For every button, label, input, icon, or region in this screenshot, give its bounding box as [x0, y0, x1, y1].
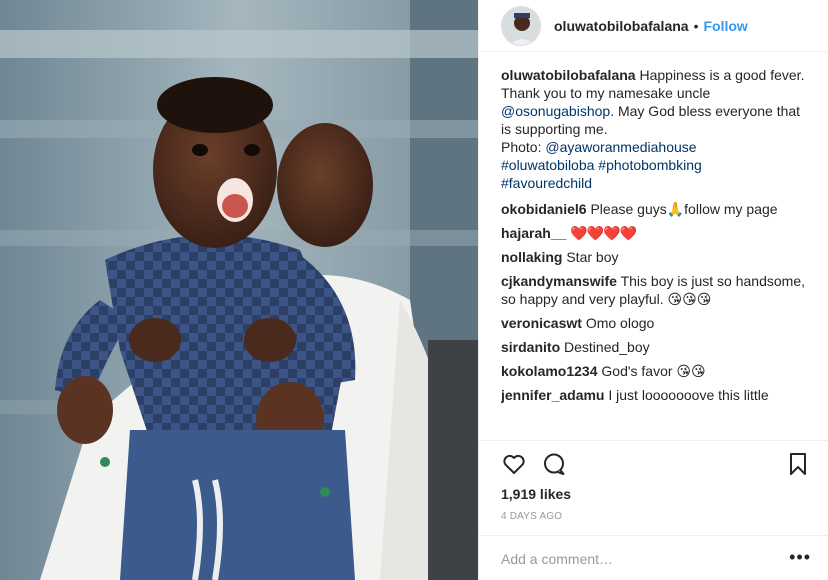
comment-item: okobidaniel6 Please guys🙏follow my page — [501, 200, 811, 218]
photo-credit-prefix: Photo: — [501, 139, 546, 155]
comment-username[interactable]: sirdanito — [501, 339, 560, 355]
likes-count[interactable]: 1,919 likes — [501, 486, 571, 502]
post-image — [0, 0, 478, 580]
comment-text: Please guys🙏follow my page — [590, 201, 778, 217]
add-comment-bar: ••• — [479, 535, 828, 580]
caption: oluwatobilobafalana Happiness is a good … — [501, 66, 811, 192]
comment-text: I just looooooove this little — [608, 387, 769, 403]
hashtag-link[interactable]: #photobombking — [598, 157, 702, 173]
comment-item: kokolamo1234 God's favor 😘😘 — [501, 362, 811, 380]
hashtag-link[interactable]: #favouredchild — [501, 175, 592, 191]
caption-username[interactable]: oluwatobilobafalana — [501, 67, 636, 83]
comment-text: God's favor 😘😘 — [601, 363, 706, 379]
comment-text: Destined_boy — [564, 339, 650, 355]
comment-item: cjkandymanswife This boy is just so hand… — [501, 272, 811, 308]
comment-text: ❤️❤️❤️❤️ — [570, 225, 637, 241]
comment-icon[interactable] — [541, 451, 567, 477]
avatar[interactable] — [501, 5, 541, 46]
post-photo[interactable] — [0, 0, 478, 580]
comment-item: hajarah__ ❤️❤️❤️❤️ — [501, 224, 811, 242]
post-header: oluwatobilobafalana • Follow — [479, 0, 828, 52]
follow-button[interactable]: Follow — [703, 18, 747, 34]
post-date[interactable]: 4 DAYS AGO — [501, 511, 562, 522]
hashtag-link[interactable]: #oluwatobiloba — [501, 157, 594, 173]
comment-username[interactable]: cjkandymanswife — [501, 273, 617, 289]
post-actions: 1,919 likes 4 DAYS AGO ••• — [479, 440, 828, 580]
heart-icon[interactable] — [501, 451, 527, 477]
action-icons — [501, 451, 811, 477]
header-username[interactable]: oluwatobilobafalana — [554, 18, 689, 34]
comment-text: Omo ologo — [585, 315, 655, 331]
mention-link[interactable]: @osonugabishop — [501, 103, 610, 119]
more-icon[interactable]: ••• — [789, 548, 811, 566]
bookmark-icon[interactable] — [785, 451, 811, 477]
comment-username[interactable]: nollaking — [501, 249, 562, 265]
comments-list[interactable]: oluwatobilobafalana Happiness is a good … — [501, 66, 811, 440]
comment-item: jennifer_adamu I just looooooove this li… — [501, 386, 811, 404]
separator-dot: • — [693, 17, 699, 34]
comment-username[interactable]: veronicaswt — [501, 315, 582, 331]
photo-credit-link[interactable]: @ayaworanmediahouse — [545, 139, 696, 155]
comment-input[interactable] — [501, 548, 761, 570]
post-side-panel: oluwatobilobafalana • Follow oluwatobilo… — [478, 0, 828, 580]
comment-item: sirdanito Destined_boy — [501, 338, 811, 356]
comment-username[interactable]: okobidaniel6 — [501, 201, 587, 217]
comment-text: Star boy — [566, 249, 619, 265]
comment-username[interactable]: hajarah__ — [501, 225, 566, 241]
comment-username[interactable]: jennifer_adamu — [501, 387, 604, 403]
comment-item: veronicaswt Omo ologo — [501, 314, 811, 332]
comment-item: nollaking Star boy — [501, 248, 811, 266]
comment-username[interactable]: kokolamo1234 — [501, 363, 598, 379]
